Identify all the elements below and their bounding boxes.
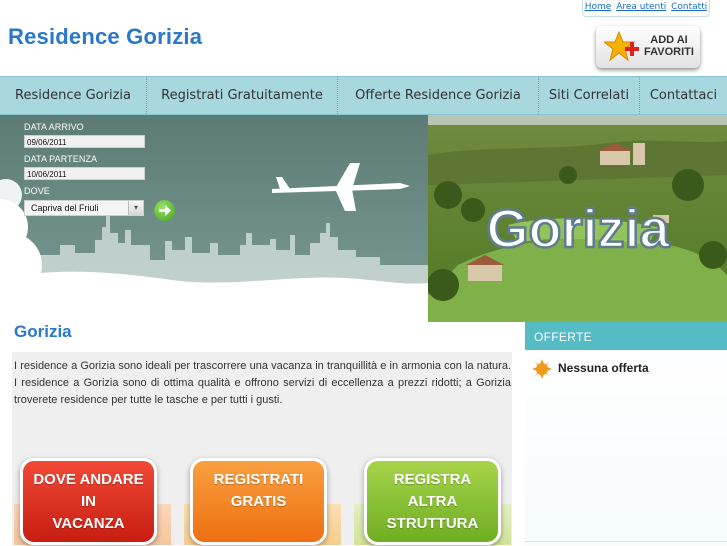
gorizia-photo: Gorizia [428, 115, 727, 322]
page-heading: Gorizia [14, 322, 72, 341]
registra-struttura-button[interactable]: REGISTRA ALTRA STRUTTURA [364, 458, 501, 545]
registrati-gratis-button[interactable]: REGISTRATI GRATIS [190, 458, 327, 545]
offerte-panel [525, 350, 727, 545]
nav-item-offerte[interactable]: Offerte Residence Gorizia [338, 77, 538, 114]
offerte-header: OFFERTE [525, 322, 727, 350]
nav-item-registrati[interactable]: Registrati Gratuitamente [147, 77, 337, 114]
search-go-button[interactable] [154, 200, 175, 221]
area-utenti-link[interactable]: Area utenti [616, 2, 666, 12]
main-nav: Residence Gorizia Registrati Gratuitamen… [0, 76, 727, 115]
sidebar-divider [525, 541, 727, 546]
partenza-label: DATA PARTENZA [24, 154, 98, 164]
star-plus-icon [604, 30, 639, 62]
nav-item-contattaci[interactable]: Contattaci [640, 77, 727, 114]
no-offers-text: Nessuna offerta [558, 361, 649, 375]
offerte-title: OFFERTE [534, 330, 592, 344]
favorites-label: ADD AI FAVORITI [644, 34, 694, 58]
partenza-date-input[interactable]: 10/06/2011 [24, 167, 145, 180]
contatti-link[interactable]: Contatti [671, 2, 707, 12]
chevron-down-icon: ▾ [128, 201, 143, 215]
add-to-favorites-button[interactable]: ADD AI FAVORITI [596, 26, 700, 68]
photo-caption: Gorizia [486, 199, 670, 259]
nav-item-residence-gorizia[interactable]: Residence Gorizia [0, 77, 146, 114]
nav-item-siti-correlati[interactable]: Siti Correlati [539, 77, 639, 114]
arrow-right-icon [159, 205, 171, 216]
dove-label: DOVE [24, 186, 50, 196]
home-link[interactable]: Home [585, 2, 612, 12]
dove-select[interactable]: Capriva del Friuli ▾ [24, 200, 144, 216]
sun-bullet-icon [532, 359, 552, 379]
top-links: Home Area utenti Contatti [582, 0, 710, 17]
arrivo-label: DATA ARRIVO [24, 122, 84, 132]
description-text: I residence a Gorizia sono ideali per tr… [14, 360, 511, 406]
landscape-image: Gorizia [428, 115, 727, 322]
arrivo-date-input[interactable]: 09/06/2011 [24, 135, 145, 148]
dove-andare-button[interactable]: DOVE ANDARE IN VACANZA [20, 458, 157, 545]
search-banner: DATA ARRIVO 09/06/2011 DATA PARTENZA 10/… [0, 115, 428, 322]
site-title[interactable]: Residence Gorizia [8, 24, 202, 50]
